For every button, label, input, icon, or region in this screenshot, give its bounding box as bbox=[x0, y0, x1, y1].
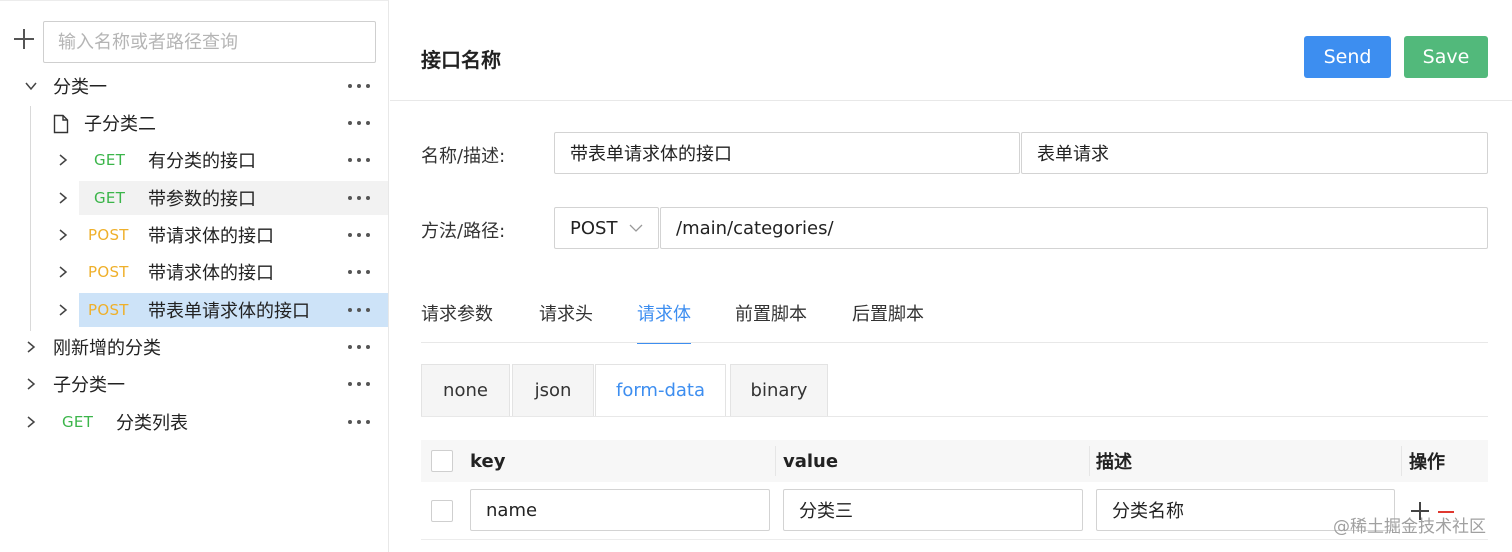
tabs-divider bbox=[421, 342, 1488, 343]
key-input[interactable]: name bbox=[470, 489, 770, 531]
chevron-right-icon bbox=[56, 265, 70, 279]
more-icon[interactable] bbox=[348, 305, 370, 315]
tab-body[interactable]: 请求体 bbox=[637, 300, 691, 346]
select-all-checkbox[interactable] bbox=[431, 450, 453, 472]
body-tab-none[interactable]: none bbox=[421, 364, 510, 417]
more-icon[interactable] bbox=[348, 81, 370, 91]
method-badge-get: GET bbox=[94, 151, 126, 169]
tree-item-label: 带表单请求体的接口 bbox=[148, 301, 310, 322]
chevron-down-icon bbox=[629, 223, 643, 233]
chevron-down-icon bbox=[24, 79, 38, 93]
tree-item-label: 有分类的接口 bbox=[148, 151, 256, 172]
tree-item-label: 带请求体的接口 bbox=[148, 226, 274, 247]
path-input[interactable]: /main/categories/ bbox=[660, 207, 1488, 249]
body-tab-json[interactable]: json bbox=[512, 364, 594, 417]
watermark: @稀土掘金技术社区 bbox=[1333, 517, 1486, 537]
tree-item-api-selected[interactable]: POST 带表单请求体的接口 bbox=[0, 293, 389, 327]
chevron-right-icon bbox=[56, 191, 70, 205]
tree-item-category[interactable]: 刚新增的分类 bbox=[0, 330, 389, 364]
description-input[interactable]: 表单请求 bbox=[1021, 132, 1488, 174]
tree-item-subcategory[interactable]: 子分类二 bbox=[0, 106, 389, 140]
more-icon[interactable] bbox=[348, 155, 370, 165]
tab-pre-script[interactable]: 前置脚本 bbox=[735, 300, 807, 346]
method-select-value: POST bbox=[570, 217, 618, 239]
tree-item-label: 分类列表 bbox=[116, 413, 188, 434]
file-icon bbox=[53, 114, 69, 134]
tab-params[interactable]: 请求参数 bbox=[421, 300, 493, 346]
name-input[interactable]: 带表单请求体的接口 bbox=[554, 132, 1020, 174]
tree-item-label: 带参数的接口 bbox=[148, 189, 256, 210]
tree-item-api[interactable]: GET 有分类的接口 bbox=[0, 143, 389, 177]
method-path-label: 方法/路径: bbox=[421, 221, 506, 242]
tree-item-api[interactable]: POST 带请求体的接口 bbox=[0, 255, 389, 289]
tree-item-label: 子分类二 bbox=[84, 114, 156, 135]
table-row: name 分类三 分类名称 bbox=[421, 482, 1488, 540]
chevron-right-icon bbox=[56, 228, 70, 242]
page-title: 接口名称 bbox=[421, 48, 501, 72]
method-badge-post: POST bbox=[88, 263, 129, 281]
chevron-right-icon bbox=[24, 415, 38, 429]
more-icon[interactable] bbox=[348, 193, 370, 203]
body-tab-binary[interactable]: binary bbox=[730, 364, 828, 417]
tree-item-label: 刚新增的分类 bbox=[53, 338, 161, 359]
column-header-description: 描述 bbox=[1096, 452, 1132, 473]
search-input[interactable] bbox=[43, 21, 376, 63]
more-icon[interactable] bbox=[348, 342, 370, 352]
tree-item-label: 子分类一 bbox=[53, 375, 125, 396]
column-divider bbox=[1089, 446, 1090, 476]
send-button[interactable]: Send bbox=[1304, 36, 1391, 78]
tree-item-api[interactable]: GET 带参数的接口 bbox=[0, 181, 389, 215]
tab-post-script[interactable]: 后置脚本 bbox=[852, 300, 924, 346]
table-header: key value 描述 操作 bbox=[421, 440, 1488, 482]
chevron-right-icon bbox=[56, 303, 70, 317]
value-input[interactable]: 分类三 bbox=[783, 489, 1083, 531]
more-icon[interactable] bbox=[348, 118, 370, 128]
add-icon[interactable] bbox=[12, 27, 36, 51]
method-select[interactable]: POST bbox=[554, 207, 659, 249]
tree-item-category[interactable]: 分类一 bbox=[0, 69, 389, 103]
body-tab-form-data[interactable]: form-data bbox=[595, 364, 726, 417]
column-divider bbox=[1401, 446, 1402, 476]
column-header-actions: 操作 bbox=[1409, 452, 1445, 473]
chevron-right-icon bbox=[24, 340, 38, 354]
column-divider bbox=[775, 446, 776, 476]
more-icon[interactable] bbox=[348, 379, 370, 389]
tree-item-api[interactable]: POST 带请求体的接口 bbox=[0, 218, 389, 252]
more-icon[interactable] bbox=[348, 230, 370, 240]
tree-item-label: 分类一 bbox=[53, 77, 107, 98]
more-icon[interactable] bbox=[348, 417, 370, 427]
save-button[interactable]: Save bbox=[1404, 36, 1488, 78]
tree-item-category[interactable]: 子分类一 bbox=[0, 367, 389, 401]
chevron-right-icon bbox=[24, 377, 38, 391]
more-icon[interactable] bbox=[348, 267, 370, 277]
row-checkbox[interactable] bbox=[431, 500, 453, 522]
method-badge-post: POST bbox=[88, 301, 129, 319]
tree-item-api[interactable]: GET 分类列表 bbox=[0, 405, 389, 439]
chevron-right-icon bbox=[56, 153, 70, 167]
method-badge-post: POST bbox=[88, 226, 129, 244]
header: 接口名称 Send Save bbox=[390, 14, 1512, 101]
tree-item-label: 带请求体的接口 bbox=[148, 263, 274, 284]
column-header-key: key bbox=[470, 450, 506, 472]
tab-headers[interactable]: 请求头 bbox=[539, 300, 593, 346]
name-desc-label: 名称/描述: bbox=[421, 146, 506, 167]
sidebar: 分类一 子分类二 GET 有分类的接口 GET 带参数的接口 POST 带请求 bbox=[0, 0, 389, 552]
method-badge-get: GET bbox=[94, 189, 126, 207]
column-header-value: value bbox=[783, 450, 839, 472]
body-tabs-divider bbox=[421, 416, 1488, 417]
method-badge-get: GET bbox=[62, 413, 94, 431]
